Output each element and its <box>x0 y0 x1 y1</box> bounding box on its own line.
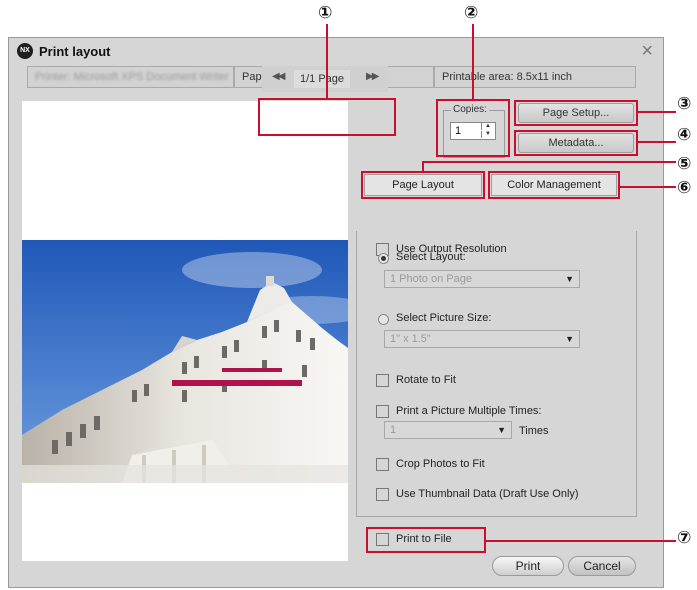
print-multiple-checkbox[interactable] <box>376 405 389 418</box>
printer-name: Printer: Microsoft XPS Document Writer <box>35 71 229 83</box>
crop-photos-checkbox[interactable] <box>376 458 389 471</box>
multiple-times-value: 1 <box>390 424 397 436</box>
chevron-down-icon: ▼ <box>565 274 574 284</box>
callout-line-5a <box>422 161 676 163</box>
layout-select[interactable]: 1 Photo on Page ▼ <box>384 270 580 288</box>
select-layout-label: Select Layout: <box>396 251 466 263</box>
select-picture-size-label: Select Picture Size: <box>396 312 492 324</box>
dialog-title: Print layout <box>39 44 111 59</box>
callout-5: ⑤ <box>677 154 692 174</box>
multiple-times-select[interactable]: 1 ▼ <box>384 421 512 439</box>
crop-photos-label: Crop Photos to Fit <box>396 458 485 470</box>
select-picture-size-radio[interactable] <box>378 314 389 325</box>
callout-line-4 <box>638 141 676 143</box>
rotate-to-fit-checkbox[interactable] <box>376 374 389 387</box>
callout-box-5 <box>361 171 485 199</box>
printable-area-info: Printable area: 8.5x11 inch <box>434 66 636 88</box>
callout-line-3 <box>638 111 676 113</box>
use-thumbnail-label: Use Thumbnail Data (Draft Use Only) <box>396 488 579 500</box>
callout-box-3 <box>514 100 638 126</box>
close-icon[interactable]: × <box>641 40 653 63</box>
callout-4: ④ <box>677 125 692 145</box>
preview-photo <box>22 240 348 483</box>
callout-box-4 <box>514 130 638 156</box>
print-button[interactable]: Print <box>492 556 564 576</box>
callout-3: ③ <box>677 94 692 114</box>
callout-box-2 <box>436 99 510 157</box>
callout-line-1 <box>326 24 328 98</box>
page-indicator: 1/1 Page <box>294 70 350 88</box>
picture-size-select-value: 1" x 1.5" <box>390 333 431 345</box>
chevron-down-icon: ▼ <box>565 334 574 344</box>
callout-box-7 <box>366 527 486 553</box>
printer-info: Printer: Microsoft XPS Document Writer <box>27 66 234 88</box>
print-multiple-label: Print a Picture Multiple Times: <box>396 405 542 417</box>
picture-size-select[interactable]: 1" x 1.5" ▼ <box>384 330 580 348</box>
callout-line-6 <box>620 186 676 188</box>
callout-line-5b <box>422 161 424 171</box>
use-thumbnail-checkbox[interactable] <box>376 488 389 501</box>
print-preview <box>22 101 348 561</box>
callout-1: ① <box>318 3 333 23</box>
select-layout-radio[interactable] <box>378 253 389 264</box>
chevron-down-icon: ▼ <box>497 425 506 435</box>
app-logo-icon: NX <box>17 43 33 59</box>
next-page-icon[interactable]: ▶▶ <box>366 71 379 82</box>
layout-select-value: 1 Photo on Page <box>390 273 472 285</box>
page-navigator: ◀◀ 1/1 Page ▶▶ <box>262 66 388 92</box>
times-label: Times <box>519 425 549 437</box>
callout-box-1 <box>258 98 396 136</box>
callout-box-6 <box>488 171 620 199</box>
previous-page-icon[interactable]: ◀◀ <box>272 71 285 82</box>
callout-7: ⑦ <box>677 528 692 548</box>
callout-line-7 <box>486 540 676 542</box>
callout-6: ⑥ <box>677 178 692 198</box>
rotate-to-fit-label: Rotate to Fit <box>396 374 456 386</box>
title-bar: NX Print layout × <box>9 38 663 66</box>
cancel-button[interactable]: Cancel <box>568 556 636 576</box>
callout-2: ② <box>464 3 479 23</box>
callout-line-2 <box>472 24 474 99</box>
